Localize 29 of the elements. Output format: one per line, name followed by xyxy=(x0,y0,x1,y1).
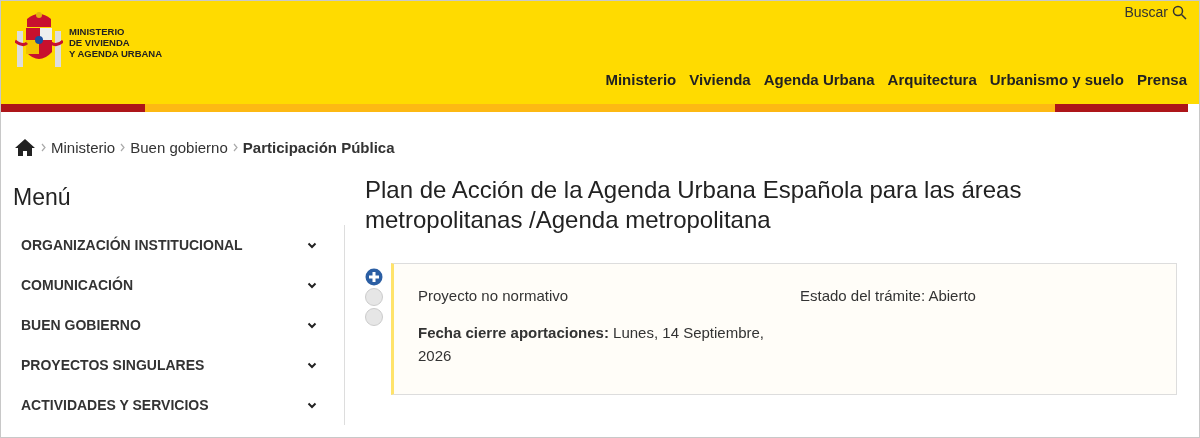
plus-icon[interactable] xyxy=(365,268,383,286)
menu-item[interactable]: ACTIVIDADES Y SERVICIOS xyxy=(13,385,325,425)
chevron-right-icon xyxy=(232,142,238,152)
chevron-right-icon xyxy=(41,142,46,152)
breadcrumb-link[interactable]: Participación Pública xyxy=(242,138,395,156)
nav-link[interactable]: Agenda Urbana xyxy=(763,71,875,88)
breadcrumb-link[interactable]: Ministerio xyxy=(51,138,116,156)
nav-link[interactable]: Prensa xyxy=(1136,71,1187,88)
nav-link[interactable]: Arquitectura xyxy=(887,71,977,88)
nav-link[interactable]: Vivienda xyxy=(689,71,751,88)
menu-item[interactable]: BUEN GOBIERNO xyxy=(13,305,325,345)
logo-text: DE VIVIENDA xyxy=(69,36,131,48)
menu-item[interactable]: COMUNICACIÓN xyxy=(13,265,325,305)
project-type: Proyecto no normativo xyxy=(418,286,570,306)
procedure-status: Estado del trámite: Abierto xyxy=(800,286,977,306)
nav-link[interactable]: Ministerio xyxy=(605,71,677,88)
deadline-text: Fecha cierre aportaciones: Lunes, 14 Septiembre, 2026 xyxy=(418,323,766,366)
sidebar-title: Menú xyxy=(13,184,72,211)
breadcrumb-link[interactable]: Buen gobierno xyxy=(130,138,228,156)
page-title: Plan de Acción de la Agenda Urbana Española para las áreas metropolitanas /Agenda metropolitana xyxy=(365,175,1023,235)
logo-text: Y AGENDA URBANA xyxy=(69,47,163,59)
nav-link[interactable]: Urbanismo y suelo xyxy=(989,71,1124,88)
home-icon[interactable] xyxy=(14,138,36,156)
logo-text: MINISTERIO xyxy=(69,25,126,37)
menu-item[interactable]: ORGANIZACIÓN INSTITUCIONAL xyxy=(13,225,325,265)
search-button[interactable]: Buscar xyxy=(1124,4,1187,20)
search-icon xyxy=(1172,4,1187,20)
menu-item[interactable]: PROYECTOS SINGULARES xyxy=(13,345,325,385)
chevron-right-icon xyxy=(120,142,126,152)
